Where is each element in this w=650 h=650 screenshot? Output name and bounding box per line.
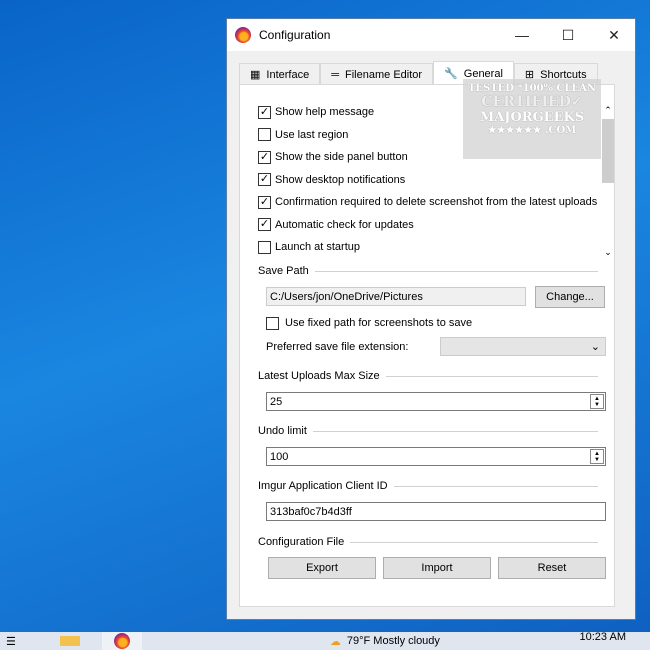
option-checkbox[interactable]: ✓ Show desktop notifications bbox=[258, 169, 597, 192]
wrench-icon: 🔧 bbox=[444, 68, 458, 80]
scroll-up-icon[interactable]: ⌃ bbox=[600, 105, 616, 116]
scroll-down-icon[interactable]: ⌄ bbox=[600, 247, 616, 258]
import-button[interactable]: Import bbox=[383, 557, 491, 579]
tab-filename-editor[interactable]: ═ Filename Editor bbox=[320, 63, 434, 85]
interface-icon: ▦ bbox=[250, 69, 261, 81]
save-path-group: Save Path bbox=[258, 265, 598, 277]
extension-select[interactable]: ⌄ bbox=[440, 337, 606, 356]
flameshot-taskbar-button[interactable] bbox=[101, 632, 142, 650]
imgur-group: Imgur Application Client ID bbox=[258, 480, 598, 492]
checked-checkbox[interactable]: ✓ bbox=[258, 105, 271, 119]
checkbox[interactable] bbox=[266, 316, 279, 330]
checked-checkbox[interactable]: ✓ bbox=[258, 173, 271, 187]
option-checkbox[interactable]: ✓ Confirmation required to delete screens… bbox=[258, 191, 597, 214]
option-label: Show help message bbox=[275, 106, 375, 119]
general-panel: ✓ Show help message Use last region ✓ Show t… bbox=[239, 84, 615, 607]
checked-checkbox[interactable]: ✓ bbox=[258, 195, 271, 209]
group-label: Save Path bbox=[258, 265, 309, 277]
spin-arrows-icon[interactable]: ▲ ▼ bbox=[590, 449, 604, 464]
weather-text[interactable]: 79°F Mostly cloudy bbox=[347, 635, 440, 647]
checkbox[interactable] bbox=[258, 128, 271, 142]
checkbox-label: Use fixed path for screenshots to save bbox=[285, 317, 473, 330]
reset-button[interactable]: Reset bbox=[498, 557, 606, 579]
tab-label: General bbox=[463, 67, 503, 80]
task-view-icon[interactable]: ☰ bbox=[6, 635, 16, 648]
option-checkbox[interactable]: ✓ Automatic check for updates bbox=[258, 214, 597, 237]
uploads-group: Latest Uploads Max Size bbox=[258, 370, 598, 382]
option-label: Launch at startup bbox=[275, 241, 361, 254]
option-label: Automatic check for updates bbox=[275, 218, 414, 231]
group-label: Latest Uploads Max Size bbox=[258, 370, 380, 382]
close-button[interactable]: ✕ bbox=[591, 19, 637, 51]
uploads-max-size-spinbox[interactable]: 25 ▲ ▼ bbox=[266, 392, 606, 411]
checked-checkbox[interactable]: ✓ bbox=[258, 218, 271, 232]
minimize-button[interactable]: — bbox=[499, 19, 545, 51]
save-path-field[interactable]: C:/Users/jon/OneDrive/Pictures bbox=[266, 287, 526, 306]
options-scrollbar[interactable]: ⌃ ⌄ bbox=[600, 105, 616, 258]
option-checkbox[interactable]: Launch at startup bbox=[258, 236, 597, 259]
scroll-thumb[interactable] bbox=[602, 119, 614, 183]
group-label: Undo limit bbox=[258, 425, 307, 437]
tab-label: Filename Editor bbox=[345, 68, 423, 81]
config-file-group: Configuration File bbox=[258, 536, 598, 548]
spin-value: 25 bbox=[270, 395, 283, 408]
majorgeeks-watermark: TESTED *100% CLEAN CERTIFIED✓ MAJORGEEKS ★★… bbox=[463, 79, 601, 159]
option-label: Show desktop notifications bbox=[275, 173, 406, 186]
tab-label: Interface bbox=[266, 68, 310, 81]
option-label: Show the side panel button bbox=[275, 151, 408, 164]
undo-group: Undo limit bbox=[258, 425, 598, 437]
group-label: Imgur Application Client ID bbox=[258, 480, 388, 492]
configuration-window: Configuration — ☐ ✕ ▦ Interface ═ Filename… bbox=[226, 18, 636, 620]
flameshot-app-icon bbox=[235, 27, 251, 43]
weather-icon: ☁ bbox=[329, 635, 341, 648]
window-title: Configuration bbox=[259, 28, 331, 42]
spin-arrows-icon[interactable]: ▲ ▼ bbox=[590, 394, 604, 409]
fixed-path-checkbox[interactable]: Use fixed path for screenshots to save bbox=[266, 312, 472, 335]
export-button[interactable]: Export bbox=[268, 557, 376, 579]
maximize-button[interactable]: ☐ bbox=[545, 19, 591, 51]
option-label: Confirmation required to delete screensh… bbox=[275, 196, 598, 209]
option-label: Use last region bbox=[275, 128, 349, 141]
change-path-button[interactable]: Change... bbox=[535, 286, 605, 308]
flameshot-icon bbox=[113, 633, 130, 649]
clock[interactable]: 10:23 AM bbox=[580, 631, 626, 643]
spin-value: 100 bbox=[270, 450, 289, 463]
extension-label: Preferred save file extension: bbox=[266, 341, 409, 353]
checkbox[interactable] bbox=[258, 240, 271, 254]
title-bar: Configuration — ☐ ✕ bbox=[227, 19, 635, 51]
taskbar: ☰ ☁ 79°F Mostly cloudy 10:23 AM bbox=[0, 631, 650, 650]
checked-checkbox[interactable]: ✓ bbox=[258, 150, 271, 164]
imgur-client-id-input[interactable]: 313baf0c7b4d3ff bbox=[266, 502, 606, 521]
group-label: Configuration File bbox=[258, 536, 345, 548]
text-lines-icon: ═ bbox=[331, 68, 340, 81]
file-explorer-icon[interactable] bbox=[59, 636, 80, 646]
tab-interface[interactable]: ▦ Interface bbox=[239, 63, 321, 85]
chevron-down-icon: ⌄ bbox=[590, 341, 600, 353]
undo-limit-spinbox[interactable]: 100 ▲ ▼ bbox=[266, 447, 606, 466]
